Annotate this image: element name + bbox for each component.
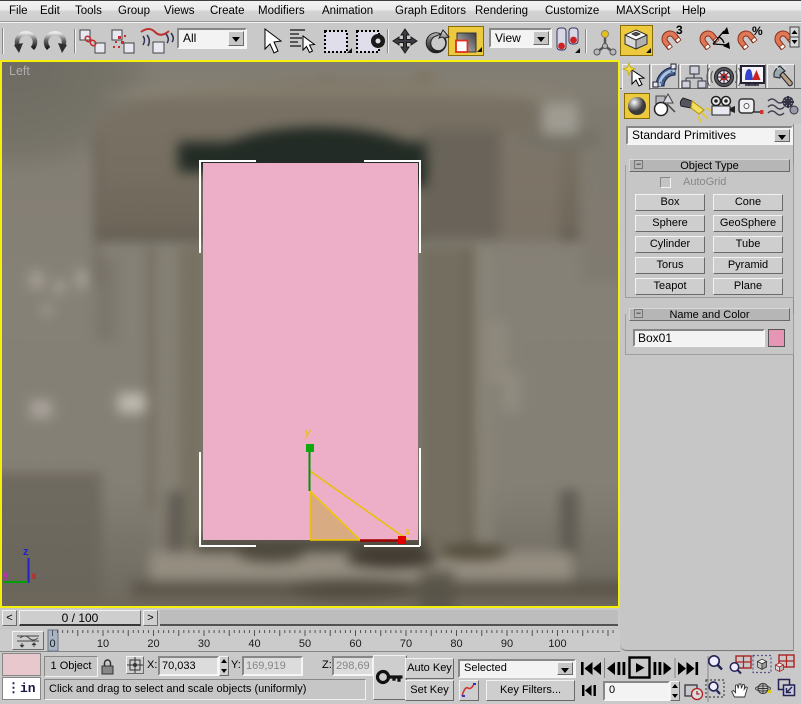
svg-text:%: % (752, 24, 763, 38)
svg-text:3: 3 (676, 23, 683, 37)
svg-text:y: y (3, 570, 9, 581)
svg-text:z: z (23, 546, 29, 558)
svg-text:y: y (304, 427, 312, 439)
svg-text:x: x (404, 526, 411, 538)
svg-text:x: x (31, 571, 37, 582)
